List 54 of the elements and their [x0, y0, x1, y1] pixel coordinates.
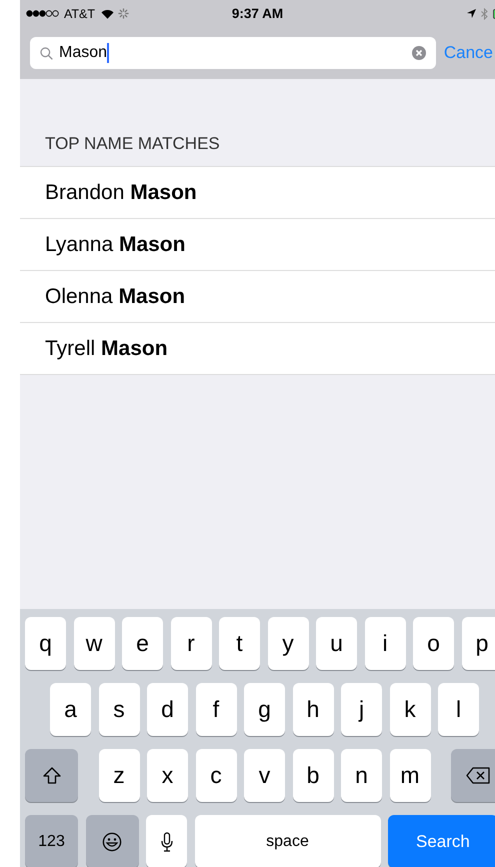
- letter-key[interactable]: x: [147, 749, 188, 802]
- shift-key[interactable]: [25, 749, 78, 802]
- letter-key[interactable]: q: [25, 617, 66, 670]
- name-match-item[interactable]: Olenna Mason: [20, 270, 495, 322]
- letter-key[interactable]: h: [292, 683, 334, 736]
- letter-key[interactable]: n: [341, 749, 382, 802]
- letter-key[interactable]: c: [196, 749, 236, 802]
- status-time: 9:37 AM: [232, 6, 284, 21]
- letter-key[interactable]: f: [196, 683, 236, 736]
- letter-key[interactable]: t: [219, 617, 260, 670]
- letter-key[interactable]: g: [244, 683, 285, 736]
- bluetooth-icon: [481, 8, 488, 20]
- text-cursor: [107, 43, 110, 63]
- name-match-item[interactable]: Tyrell Mason: [20, 322, 495, 374]
- dictation-key[interactable]: [146, 815, 187, 867]
- letter-key[interactable]: e: [122, 617, 163, 670]
- letter-key[interactable]: b: [292, 749, 334, 802]
- smiley-icon: [102, 832, 122, 852]
- signal-strength-icon: [26, 10, 60, 17]
- search-query: Mason: [59, 44, 108, 62]
- letter-key[interactable]: s: [98, 683, 140, 736]
- letter-key[interactable]: z: [98, 749, 140, 802]
- letter-key[interactable]: d: [147, 683, 188, 736]
- letter-key[interactable]: u: [316, 617, 357, 670]
- carrier-name: AT&T: [64, 6, 96, 20]
- delete-key[interactable]: [451, 749, 495, 802]
- search-field[interactable]: Mason: [30, 37, 436, 69]
- letter-key[interactable]: a: [50, 683, 91, 736]
- name-match-item[interactable]: Brandon Mason: [20, 167, 495, 218]
- section-header: TOP NAME MATCHES: [44, 134, 221, 155]
- letter-key[interactable]: w: [74, 617, 114, 670]
- letter-key[interactable]: y: [268, 617, 308, 670]
- letter-key[interactable]: r: [170, 617, 212, 670]
- letter-key[interactable]: p: [462, 617, 495, 670]
- activity-spinner-icon: [118, 8, 130, 19]
- letter-key[interactable]: o: [413, 617, 454, 670]
- microphone-icon: [160, 832, 172, 852]
- letter-key[interactable]: i: [364, 617, 406, 670]
- search-icon: [40, 46, 53, 60]
- letter-key[interactable]: k: [390, 683, 430, 736]
- letter-key[interactable]: v: [244, 749, 285, 802]
- space-key[interactable]: space: [194, 815, 380, 867]
- name-match-item[interactable]: Lyanna Mason: [20, 218, 495, 270]
- clear-icon[interactable]: [412, 46, 426, 60]
- backspace-icon: [466, 767, 490, 784]
- search-key[interactable]: Search: [388, 815, 495, 867]
- location-arrow-icon: [467, 9, 476, 18]
- emoji-key[interactable]: [86, 815, 138, 867]
- shift-arrow-icon: [42, 767, 60, 784]
- wifi-icon: [101, 8, 114, 18]
- letter-key[interactable]: j: [341, 683, 382, 736]
- letter-key[interactable]: m: [390, 749, 430, 802]
- letter-key[interactable]: l: [438, 683, 479, 736]
- numbers-key[interactable]: 123: [25, 815, 78, 867]
